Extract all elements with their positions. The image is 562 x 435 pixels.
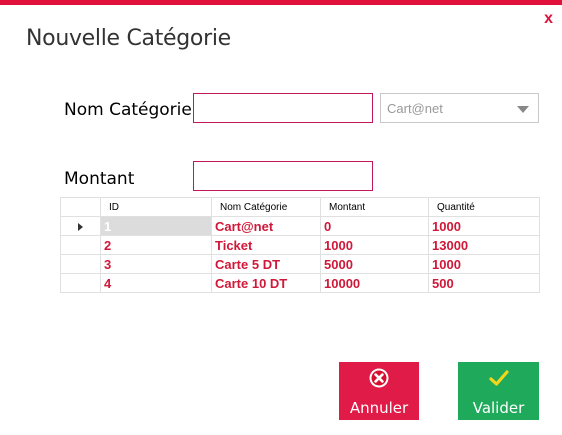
valider-label: Valider <box>472 399 525 417</box>
table-row[interactable]: 3 Carte 5 DT 5000 1000 <box>60 254 540 274</box>
grid-header-row: ID Nom Catégorie Montant Quantité <box>60 197 540 217</box>
montant-input[interactable] <box>193 161 373 191</box>
row-header[interactable] <box>60 273 101 293</box>
nom-categorie-input[interactable] <box>193 93 373 123</box>
cell-quantite[interactable]: 13000 <box>428 235 540 255</box>
table-row[interactable]: 4 Carte 10 DT 10000 500 <box>60 273 540 293</box>
cell-nom[interactable]: Cart@net <box>211 216 321 236</box>
row-header[interactable] <box>60 235 101 255</box>
cell-montant[interactable]: 0 <box>320 216 429 236</box>
cell-quantite[interactable]: 500 <box>428 273 540 293</box>
categories-grid[interactable]: ID Nom Catégorie Montant Quantité 1 Cart… <box>60 197 540 293</box>
annuler-label: Annuler <box>349 399 409 417</box>
categorie-dropdown[interactable]: Cart@net <box>380 93 539 123</box>
column-header-quantite[interactable]: Quantité <box>428 197 540 217</box>
cell-nom[interactable]: Carte 5 DT <box>211 254 321 274</box>
table-row[interactable]: 1 Cart@net 0 1000 <box>60 216 540 236</box>
column-header-id[interactable]: ID <box>100 197 212 217</box>
nom-categorie-label: Nom Catégorie <box>64 100 192 120</box>
window-top-bar <box>0 0 562 5</box>
column-header-nom[interactable]: Nom Catégorie <box>211 197 321 217</box>
cell-id[interactable]: 3 <box>100 254 212 274</box>
cell-id[interactable]: 2 <box>100 235 212 255</box>
dropdown-selected-value: Cart@net <box>387 101 443 116</box>
cell-nom[interactable]: Carte 10 DT <box>211 273 321 293</box>
cell-id[interactable]: 4 <box>100 273 212 293</box>
check-icon <box>488 370 509 386</box>
cell-id[interactable]: 1 <box>100 216 212 236</box>
row-header[interactable] <box>60 216 101 236</box>
cell-nom[interactable]: Ticket <box>211 235 321 255</box>
cell-montant[interactable]: 10000 <box>320 273 429 293</box>
cell-quantite[interactable]: 1000 <box>428 254 540 274</box>
montant-label: Montant <box>64 169 135 189</box>
window-title: Nouvelle Catégorie <box>26 26 231 51</box>
row-header-corner <box>60 197 101 217</box>
current-row-arrow-icon <box>78 223 83 232</box>
close-button[interactable]: x <box>544 11 553 27</box>
cell-quantite[interactable]: 1000 <box>428 216 540 236</box>
cell-montant[interactable]: 5000 <box>320 254 429 274</box>
annuler-button[interactable]: Annuler <box>339 362 419 420</box>
cell-montant[interactable]: 1000 <box>320 235 429 255</box>
chevron-down-icon <box>517 106 529 113</box>
cancel-icon <box>369 368 389 388</box>
table-row[interactable]: 2 Ticket 1000 13000 <box>60 235 540 255</box>
row-header[interactable] <box>60 254 101 274</box>
column-header-montant[interactable]: Montant <box>320 197 429 217</box>
valider-button[interactable]: Valider <box>458 362 539 420</box>
